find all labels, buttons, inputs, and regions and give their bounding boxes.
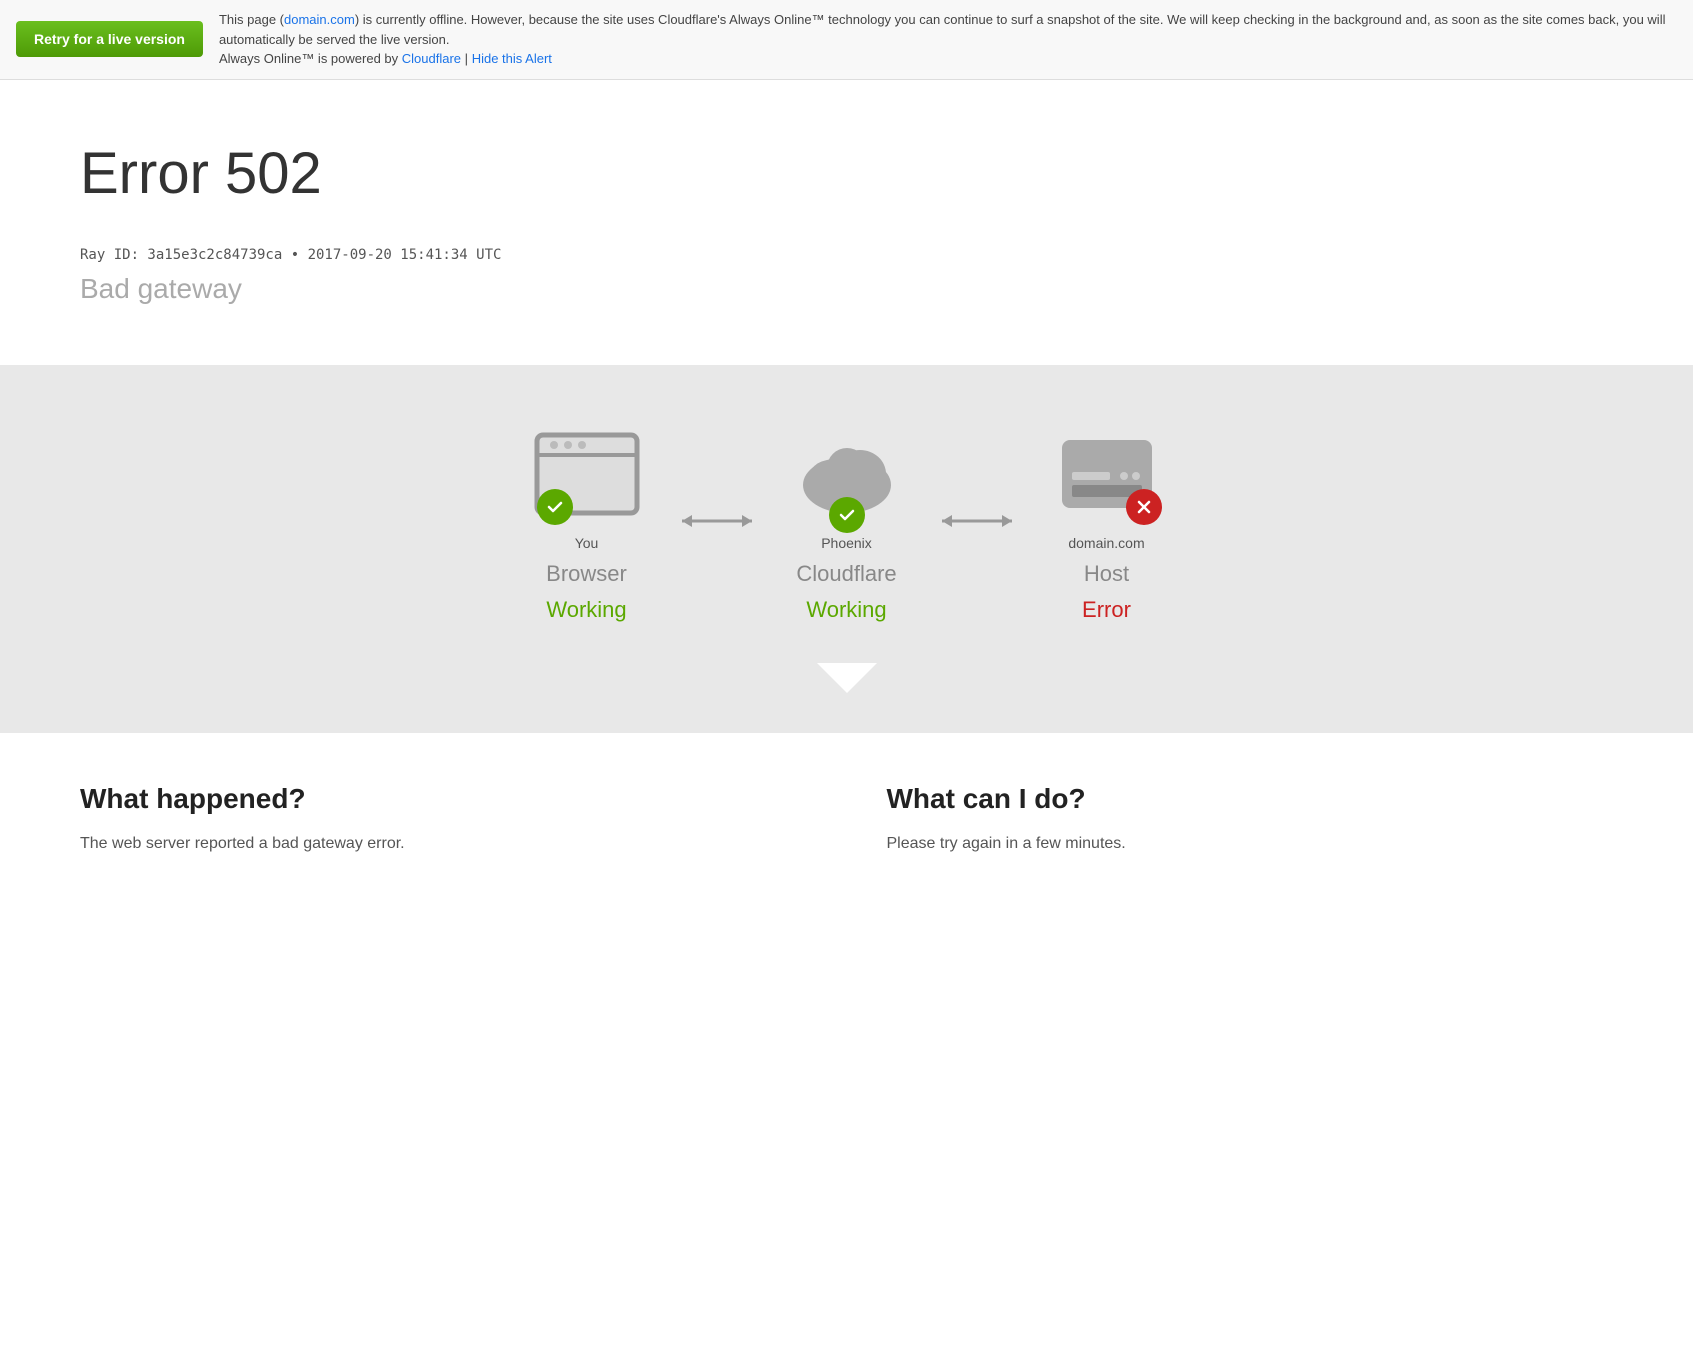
what-happened-body: The web server reported a bad gateway er…	[80, 831, 807, 857]
banner-text-after: ) is currently offline. However, because…	[219, 12, 1666, 47]
powered-by-text: Always Online™ is powered by	[219, 51, 398, 66]
checkmark-icon	[545, 497, 565, 517]
hide-alert-link[interactable]: Hide this Alert	[472, 51, 552, 66]
cloudflare-label: Cloudflare	[796, 561, 896, 587]
browser-status-badge	[537, 489, 573, 525]
host-item: domain.com Host Error	[1047, 425, 1167, 623]
browser-status: Working	[546, 597, 626, 623]
domain-link[interactable]: domain.com	[284, 12, 355, 27]
cloudflare-status: Working	[806, 597, 886, 623]
browser-location: You	[575, 535, 599, 551]
browser-icon-wrapper	[527, 425, 647, 525]
arrow-left	[677, 506, 757, 541]
host-icon-wrapper	[1047, 425, 1167, 525]
what-can-i-do-body: Please try again in a few minutes.	[887, 831, 1614, 857]
cloudflare-link[interactable]: Cloudflare	[402, 51, 461, 66]
what-can-i-do-heading: What can I do?	[887, 783, 1614, 815]
arrow-right	[937, 506, 1017, 541]
ray-id: Ray ID: 3a15e3c2c84739ca • 2017-09-20 15…	[80, 247, 1613, 263]
error-subtitle: Bad gateway	[80, 273, 1613, 305]
status-diagram: You Browser Working	[0, 365, 1693, 733]
separator: |	[465, 51, 468, 66]
offline-banner: Retry for a live version This page (doma…	[0, 0, 1693, 80]
chevron-down-icon	[817, 663, 877, 693]
retry-button[interactable]: Retry for a live version	[16, 21, 203, 57]
cloudflare-location: Phoenix	[821, 535, 872, 551]
info-section: What happened? The web server reported a…	[0, 733, 1693, 907]
host-status: Error	[1082, 597, 1131, 623]
cloudflare-icon-wrapper	[787, 425, 907, 525]
what-happened-col: What happened? The web server reported a…	[80, 783, 807, 857]
diagram-row: You Browser Working	[527, 425, 1167, 623]
cloudflare-item: Phoenix Cloudflare Working	[787, 425, 907, 623]
chevron-row	[817, 663, 877, 693]
checkmark-icon	[837, 505, 857, 525]
browser-label: Browser	[546, 561, 627, 587]
host-status-badge	[1126, 489, 1162, 525]
what-can-i-do-col: What can I do? Please try again in a few…	[887, 783, 1614, 857]
main-content: Error 502 Ray ID: 3a15e3c2c84739ca • 201…	[0, 80, 1693, 365]
banner-text-before: This page (	[219, 12, 284, 27]
x-icon	[1134, 497, 1154, 517]
browser-item: You Browser Working	[527, 425, 647, 623]
what-happened-heading: What happened?	[80, 783, 807, 815]
cloudflare-status-badge	[829, 497, 865, 533]
host-label: Host	[1084, 561, 1129, 587]
error-title: Error 502	[80, 140, 1613, 207]
host-location: domain.com	[1068, 535, 1144, 551]
banner-message: This page (domain.com) is currently offl…	[219, 10, 1677, 69]
